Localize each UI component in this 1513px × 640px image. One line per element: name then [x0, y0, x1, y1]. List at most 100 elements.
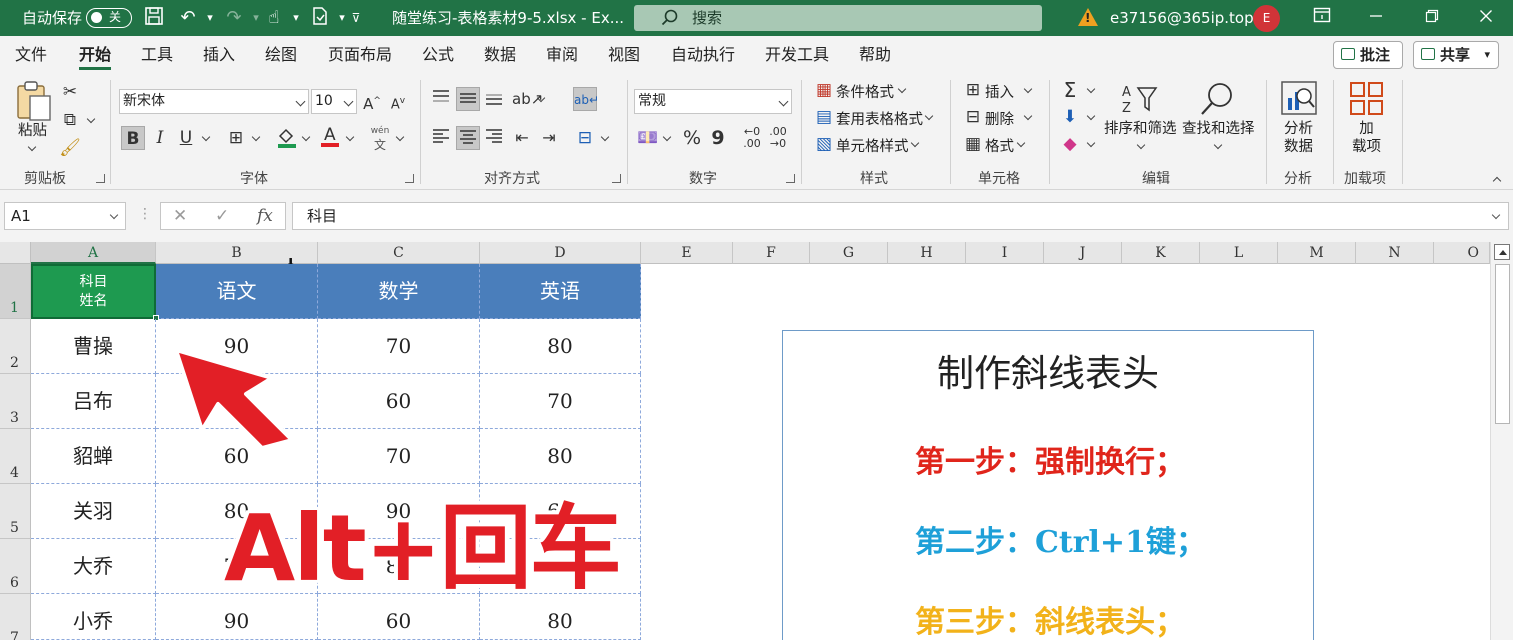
row-header-7[interactable]: 7: [0, 594, 31, 640]
cell-b3[interactable]: [156, 374, 318, 429]
column-header-i[interactable]: I: [966, 242, 1044, 264]
row-header-1[interactable]: 1: [0, 264, 31, 319]
touch-dropdown-icon[interactable]: ▾: [284, 6, 308, 30]
find-select-icon[interactable]: [1198, 80, 1238, 120]
align-center-icon[interactable]: [456, 126, 480, 150]
addins-label[interactable]: 加载项: [1352, 120, 1381, 156]
tab-developer[interactable]: 开发工具: [765, 36, 829, 74]
format-painter-icon[interactable]: 🖌: [58, 136, 82, 160]
comma-style-icon[interactable]: 9: [706, 126, 730, 150]
search-box[interactable]: 搜索: [634, 5, 1042, 31]
clipboard-launcher-icon[interactable]: [96, 174, 105, 183]
user-email[interactable]: e37156@365ip.top: [1110, 0, 1254, 36]
orientation-icon[interactable]: ab↗: [512, 87, 543, 111]
decrease-indent-icon[interactable]: ⇤: [510, 126, 534, 150]
cell-d3[interactable]: 70: [480, 374, 641, 429]
row-header-5[interactable]: 5: [0, 484, 31, 539]
align-bottom-icon[interactable]: [482, 87, 506, 111]
format-as-table-dropdown-icon[interactable]: [924, 111, 934, 121]
font-color-dropdown-icon[interactable]: [345, 132, 355, 142]
percent-icon[interactable]: %: [680, 126, 704, 150]
vertical-scrollbar[interactable]: [1490, 242, 1513, 640]
cell-styles-dropdown-icon[interactable]: [910, 138, 920, 148]
cell-c3[interactable]: 60: [318, 374, 480, 429]
tab-view[interactable]: 视图: [608, 36, 640, 74]
column-header-a[interactable]: A: [31, 242, 156, 264]
column-header-h[interactable]: H: [888, 242, 966, 264]
tab-file[interactable]: 文件: [15, 36, 47, 74]
tab-help[interactable]: 帮助: [859, 36, 891, 74]
tab-tools[interactable]: 工具: [141, 36, 173, 74]
phonetic-icon[interactable]: wén 文: [368, 124, 392, 152]
analyze-data-label[interactable]: 分析 数据: [1284, 120, 1313, 156]
row-header-3[interactable]: 3: [0, 374, 31, 429]
copy-icon[interactable]: ⧉: [58, 108, 82, 132]
align-top-icon[interactable]: [429, 87, 453, 111]
tab-data[interactable]: 数据: [484, 36, 516, 74]
cell-a7[interactable]: 小乔: [31, 594, 156, 640]
tab-page-layout[interactable]: 页面布局: [328, 36, 392, 74]
insert-cells-button[interactable]: 插入: [985, 81, 1014, 102]
conditional-format-icon[interactable]: ▦: [812, 78, 836, 102]
document-icon[interactable]: [308, 6, 332, 30]
redo-icon[interactable]: ↷: [222, 6, 246, 30]
underline-button[interactable]: U: [174, 126, 198, 150]
fill-dropdown-icon[interactable]: [1086, 111, 1096, 121]
sort-filter-label[interactable]: 排序和筛选: [1104, 120, 1177, 138]
insert-cells-icon[interactable]: ⊞: [961, 78, 985, 102]
clear-dropdown-icon[interactable]: [1086, 138, 1096, 148]
insert-cells-dropdown-icon[interactable]: [1023, 84, 1033, 94]
analyze-data-icon[interactable]: [1280, 80, 1320, 118]
find-select-dropdown-icon[interactable]: [1213, 140, 1223, 150]
paste-icon[interactable]: [12, 80, 56, 122]
wrap-text-icon[interactable]: ab↵: [573, 87, 599, 111]
column-header-f[interactable]: F: [733, 242, 810, 264]
save-icon[interactable]: [142, 6, 166, 30]
avatar[interactable]: E: [1253, 5, 1280, 32]
font-name-select[interactable]: 新宋体: [119, 89, 309, 114]
copy-dropdown-icon[interactable]: [86, 114, 96, 124]
restore-icon[interactable]: [1420, 6, 1444, 30]
collapse-ribbon-icon[interactable]: [1492, 176, 1502, 186]
borders-icon[interactable]: ⊞: [224, 126, 248, 150]
font-color-icon[interactable]: A: [318, 124, 342, 148]
phonetic-dropdown-icon[interactable]: [395, 132, 405, 142]
merge-dropdown-icon[interactable]: [600, 132, 610, 142]
tab-formulas[interactable]: 公式: [422, 36, 454, 74]
decrease-decimal-icon[interactable]: .00 →0: [766, 126, 790, 150]
delete-cells-button[interactable]: 删除: [985, 108, 1014, 129]
addins-icon[interactable]: [1348, 80, 1386, 118]
row-header-6[interactable]: 6: [0, 539, 31, 594]
number-format-select[interactable]: 常规: [634, 89, 792, 114]
cancel-icon[interactable]: ✕: [173, 203, 187, 229]
cell-styles-icon[interactable]: ▧: [812, 132, 836, 156]
find-select-label[interactable]: 查找和选择: [1182, 120, 1255, 138]
column-header-n[interactable]: N: [1356, 242, 1434, 264]
fill-color-icon[interactable]: [275, 126, 299, 150]
cell-a5[interactable]: 关羽: [31, 484, 156, 539]
column-header-m[interactable]: M: [1278, 242, 1356, 264]
align-right-icon[interactable]: [482, 126, 506, 150]
paste-dropdown-icon[interactable]: [27, 142, 37, 152]
column-header-l[interactable]: L: [1200, 242, 1278, 264]
underline-dropdown-icon[interactable]: [201, 132, 211, 142]
paste-label[interactable]: 粘贴: [18, 122, 47, 140]
cell-a2[interactable]: 曹操: [31, 319, 156, 374]
clear-icon[interactable]: ◆: [1058, 132, 1082, 156]
scroll-up-icon[interactable]: [1494, 244, 1510, 260]
autosave-toggle[interactable]: 关: [86, 8, 132, 28]
cell-a4[interactable]: 貂蝉: [31, 429, 156, 484]
cell-d1[interactable]: 英语: [480, 264, 641, 319]
format-cells-dropdown-icon[interactable]: [1016, 138, 1026, 148]
column-header-c[interactable]: C: [318, 242, 480, 264]
cut-icon[interactable]: ✂: [58, 80, 82, 104]
insert-function-icon[interactable]: fx: [257, 203, 273, 229]
increase-indent-icon[interactable]: ⇥: [537, 126, 561, 150]
conditional-format-dropdown-icon[interactable]: [897, 84, 907, 94]
accounting-format-icon[interactable]: 💷: [636, 126, 660, 150]
column-header-j[interactable]: J: [1044, 242, 1122, 264]
align-left-icon[interactable]: [429, 126, 453, 150]
autosum-dropdown-icon[interactable]: [1086, 84, 1096, 94]
number-launcher-icon[interactable]: [786, 174, 795, 183]
instruction-textbox[interactable]: 制作斜线表头 第一步：强制换行； 第二步：Ctrl+1键； 第三步：斜线表头；: [782, 330, 1314, 640]
